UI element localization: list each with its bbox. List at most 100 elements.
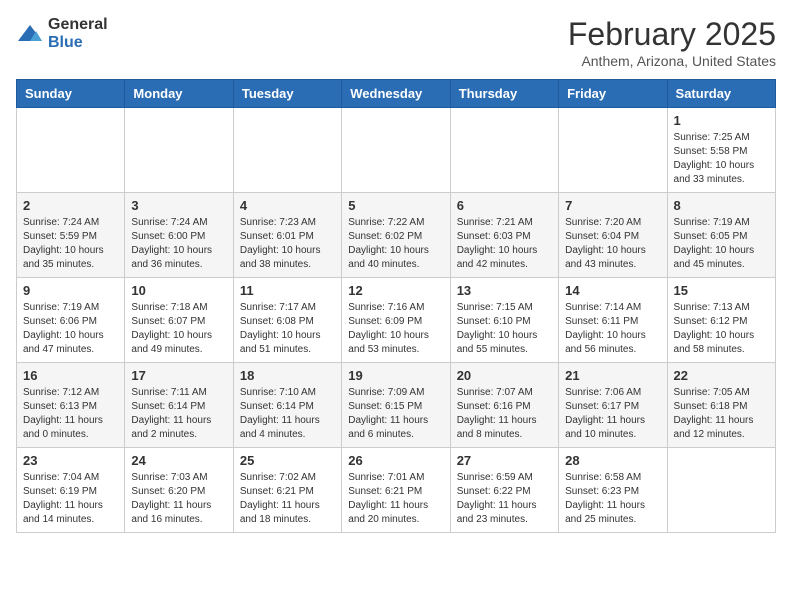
day-cell: 13Sunrise: 7:15 AM Sunset: 6:10 PM Dayli… <box>450 278 558 363</box>
weekday-header-friday: Friday <box>559 80 667 108</box>
day-cell: 9 Sunrise: 7:19 AM Sunset: 6:06 PM Daylig… <box>17 278 125 363</box>
day-info: Sunrise: 7:18 AM Sunset: 6:07 PM Dayligh… <box>131 301 226 357</box>
day-number: 24 <box>131 453 226 468</box>
day-cell <box>559 108 667 193</box>
day-number: 3 <box>131 198 226 213</box>
day-cell <box>233 108 341 193</box>
day-cell: 19Sunrise: 7:09 AM Sunset: 6:15 PM Dayli… <box>342 363 450 448</box>
day-info: Sunrise: 7:11 AM Sunset: 6:14 PM Dayligh… <box>131 386 226 442</box>
day-cell: 10 Sunrise: 7:18 AM Sunset: 6:07 PM Dayli… <box>125 278 233 363</box>
day-info: Sunrise: 7:25 AM Sunset: 5:58 PM Dayligh… <box>674 131 769 187</box>
day-cell: 12 Sunrise: 7:16 AM Sunset: 6:09 PM Dayli… <box>342 278 450 363</box>
day-cell: 18 Sunrise: 7:10 AM Sunset: 6:14 PM Dayli… <box>233 363 341 448</box>
day-info: Sunrise: 6:58 AM Sunset: 6:23 PM Dayligh… <box>565 471 660 527</box>
day-number: 11 <box>240 283 335 298</box>
weekday-header-tuesday: Tuesday <box>233 80 341 108</box>
page-header: General Blue February 2025 Anthem, Arizo… <box>16 16 776 69</box>
day-info: Sunrise: 7:24 AM Sunset: 5:59 PM Dayligh… <box>23 216 118 272</box>
day-info: Sunrise: 7:12 AM Sunset: 6:13 PM Dayligh… <box>23 386 118 442</box>
day-number: 17 <box>131 368 226 383</box>
day-cell <box>450 108 558 193</box>
day-info: Sunrise: 7:19 AM Sunset: 6:05 PM Dayligh… <box>674 216 769 272</box>
location: Anthem, Arizona, United States <box>568 53 776 69</box>
day-info: Sunrise: 6:59 AM Sunset: 6:22 PM Dayligh… <box>457 471 552 527</box>
day-number: 8 <box>674 198 769 213</box>
day-cell: 2 Sunrise: 7:24 AM Sunset: 5:59 PM Daylig… <box>17 193 125 278</box>
week-row-4: 16Sunrise: 7:12 AM Sunset: 6:13 PM Dayli… <box>17 363 776 448</box>
day-info: Sunrise: 7:16 AM Sunset: 6:09 PM Dayligh… <box>348 301 443 357</box>
day-info: Sunrise: 7:24 AM Sunset: 6:00 PM Dayligh… <box>131 216 226 272</box>
day-info: Sunrise: 7:01 AM Sunset: 6:21 PM Dayligh… <box>348 471 443 527</box>
day-info: Sunrise: 7:19 AM Sunset: 6:06 PM Dayligh… <box>23 301 118 357</box>
day-number: 27 <box>457 453 552 468</box>
day-number: 13 <box>457 283 552 298</box>
day-number: 14 <box>565 283 660 298</box>
day-cell: 20Sunrise: 7:07 AM Sunset: 6:16 PM Dayli… <box>450 363 558 448</box>
weekday-header-wednesday: Wednesday <box>342 80 450 108</box>
logo-general: General <box>48 16 108 33</box>
weekday-header-saturday: Saturday <box>667 80 775 108</box>
day-info: Sunrise: 7:14 AM Sunset: 6:11 PM Dayligh… <box>565 301 660 357</box>
day-cell: 15 Sunrise: 7:13 AM Sunset: 6:12 PM Dayli… <box>667 278 775 363</box>
weekday-header-thursday: Thursday <box>450 80 558 108</box>
week-row-1: 1 Sunrise: 7:25 AM Sunset: 5:58 PM Daylig… <box>17 108 776 193</box>
day-cell: 8 Sunrise: 7:19 AM Sunset: 6:05 PM Daylig… <box>667 193 775 278</box>
week-row-3: 9 Sunrise: 7:19 AM Sunset: 6:06 PM Daylig… <box>17 278 776 363</box>
day-info: Sunrise: 7:05 AM Sunset: 6:18 PM Dayligh… <box>674 386 769 442</box>
day-info: Sunrise: 7:20 AM Sunset: 6:04 PM Dayligh… <box>565 216 660 272</box>
day-number: 7 <box>565 198 660 213</box>
day-info: Sunrise: 7:04 AM Sunset: 6:19 PM Dayligh… <box>23 471 118 527</box>
weekday-header-row: SundayMondayTuesdayWednesdayThursdayFrid… <box>17 80 776 108</box>
day-cell: 28 Sunrise: 6:58 AM Sunset: 6:23 PM Dayli… <box>559 448 667 533</box>
day-number: 25 <box>240 453 335 468</box>
day-cell: 3 Sunrise: 7:24 AM Sunset: 6:00 PM Daylig… <box>125 193 233 278</box>
day-cell <box>17 108 125 193</box>
week-row-2: 2 Sunrise: 7:24 AM Sunset: 5:59 PM Daylig… <box>17 193 776 278</box>
day-info: Sunrise: 7:13 AM Sunset: 6:12 PM Dayligh… <box>674 301 769 357</box>
title-block: February 2025 Anthem, Arizona, United St… <box>568 16 776 69</box>
day-info: Sunrise: 7:23 AM Sunset: 6:01 PM Dayligh… <box>240 216 335 272</box>
day-number: 21 <box>565 368 660 383</box>
day-cell: 17 Sunrise: 7:11 AM Sunset: 6:14 PM Dayli… <box>125 363 233 448</box>
day-number: 22 <box>674 368 769 383</box>
day-cell: 25 Sunrise: 7:02 AM Sunset: 6:21 PM Dayli… <box>233 448 341 533</box>
day-number: 18 <box>240 368 335 383</box>
day-number: 12 <box>348 283 443 298</box>
day-cell: 7 Sunrise: 7:20 AM Sunset: 6:04 PM Daylig… <box>559 193 667 278</box>
day-cell <box>342 108 450 193</box>
day-cell: 21 Sunrise: 7:06 AM Sunset: 6:17 PM Dayli… <box>559 363 667 448</box>
day-number: 1 <box>674 113 769 128</box>
day-cell: 23Sunrise: 7:04 AM Sunset: 6:19 PM Dayli… <box>17 448 125 533</box>
day-number: 5 <box>348 198 443 213</box>
day-cell: 26 Sunrise: 7:01 AM Sunset: 6:21 PM Dayli… <box>342 448 450 533</box>
day-number: 2 <box>23 198 118 213</box>
day-info: Sunrise: 7:03 AM Sunset: 6:20 PM Dayligh… <box>131 471 226 527</box>
day-number: 26 <box>348 453 443 468</box>
day-cell: 4Sunrise: 7:23 AM Sunset: 6:01 PM Daylig… <box>233 193 341 278</box>
day-cell: 22 Sunrise: 7:05 AM Sunset: 6:18 PM Dayli… <box>667 363 775 448</box>
day-cell: 16Sunrise: 7:12 AM Sunset: 6:13 PM Dayli… <box>17 363 125 448</box>
day-number: 15 <box>674 283 769 298</box>
day-number: 10 <box>131 283 226 298</box>
day-cell: 14 Sunrise: 7:14 AM Sunset: 6:11 PM Dayli… <box>559 278 667 363</box>
day-info: Sunrise: 7:17 AM Sunset: 6:08 PM Dayligh… <box>240 301 335 357</box>
day-info: Sunrise: 7:09 AM Sunset: 6:15 PM Dayligh… <box>348 386 443 442</box>
day-cell: 24 Sunrise: 7:03 AM Sunset: 6:20 PM Dayli… <box>125 448 233 533</box>
logo: General Blue <box>16 16 108 52</box>
day-cell <box>667 448 775 533</box>
day-info: Sunrise: 7:02 AM Sunset: 6:21 PM Dayligh… <box>240 471 335 527</box>
day-info: Sunrise: 7:22 AM Sunset: 6:02 PM Dayligh… <box>348 216 443 272</box>
day-number: 20 <box>457 368 552 383</box>
month-title: February 2025 <box>568 16 776 53</box>
day-cell: 1 Sunrise: 7:25 AM Sunset: 5:58 PM Daylig… <box>667 108 775 193</box>
day-info: Sunrise: 7:21 AM Sunset: 6:03 PM Dayligh… <box>457 216 552 272</box>
day-cell <box>125 108 233 193</box>
day-cell: 5 Sunrise: 7:22 AM Sunset: 6:02 PM Daylig… <box>342 193 450 278</box>
week-row-5: 23Sunrise: 7:04 AM Sunset: 6:19 PM Dayli… <box>17 448 776 533</box>
day-info: Sunrise: 7:10 AM Sunset: 6:14 PM Dayligh… <box>240 386 335 442</box>
day-number: 9 <box>23 283 118 298</box>
day-number: 28 <box>565 453 660 468</box>
logo-icon <box>16 23 44 45</box>
day-info: Sunrise: 7:06 AM Sunset: 6:17 PM Dayligh… <box>565 386 660 442</box>
weekday-header-monday: Monday <box>125 80 233 108</box>
